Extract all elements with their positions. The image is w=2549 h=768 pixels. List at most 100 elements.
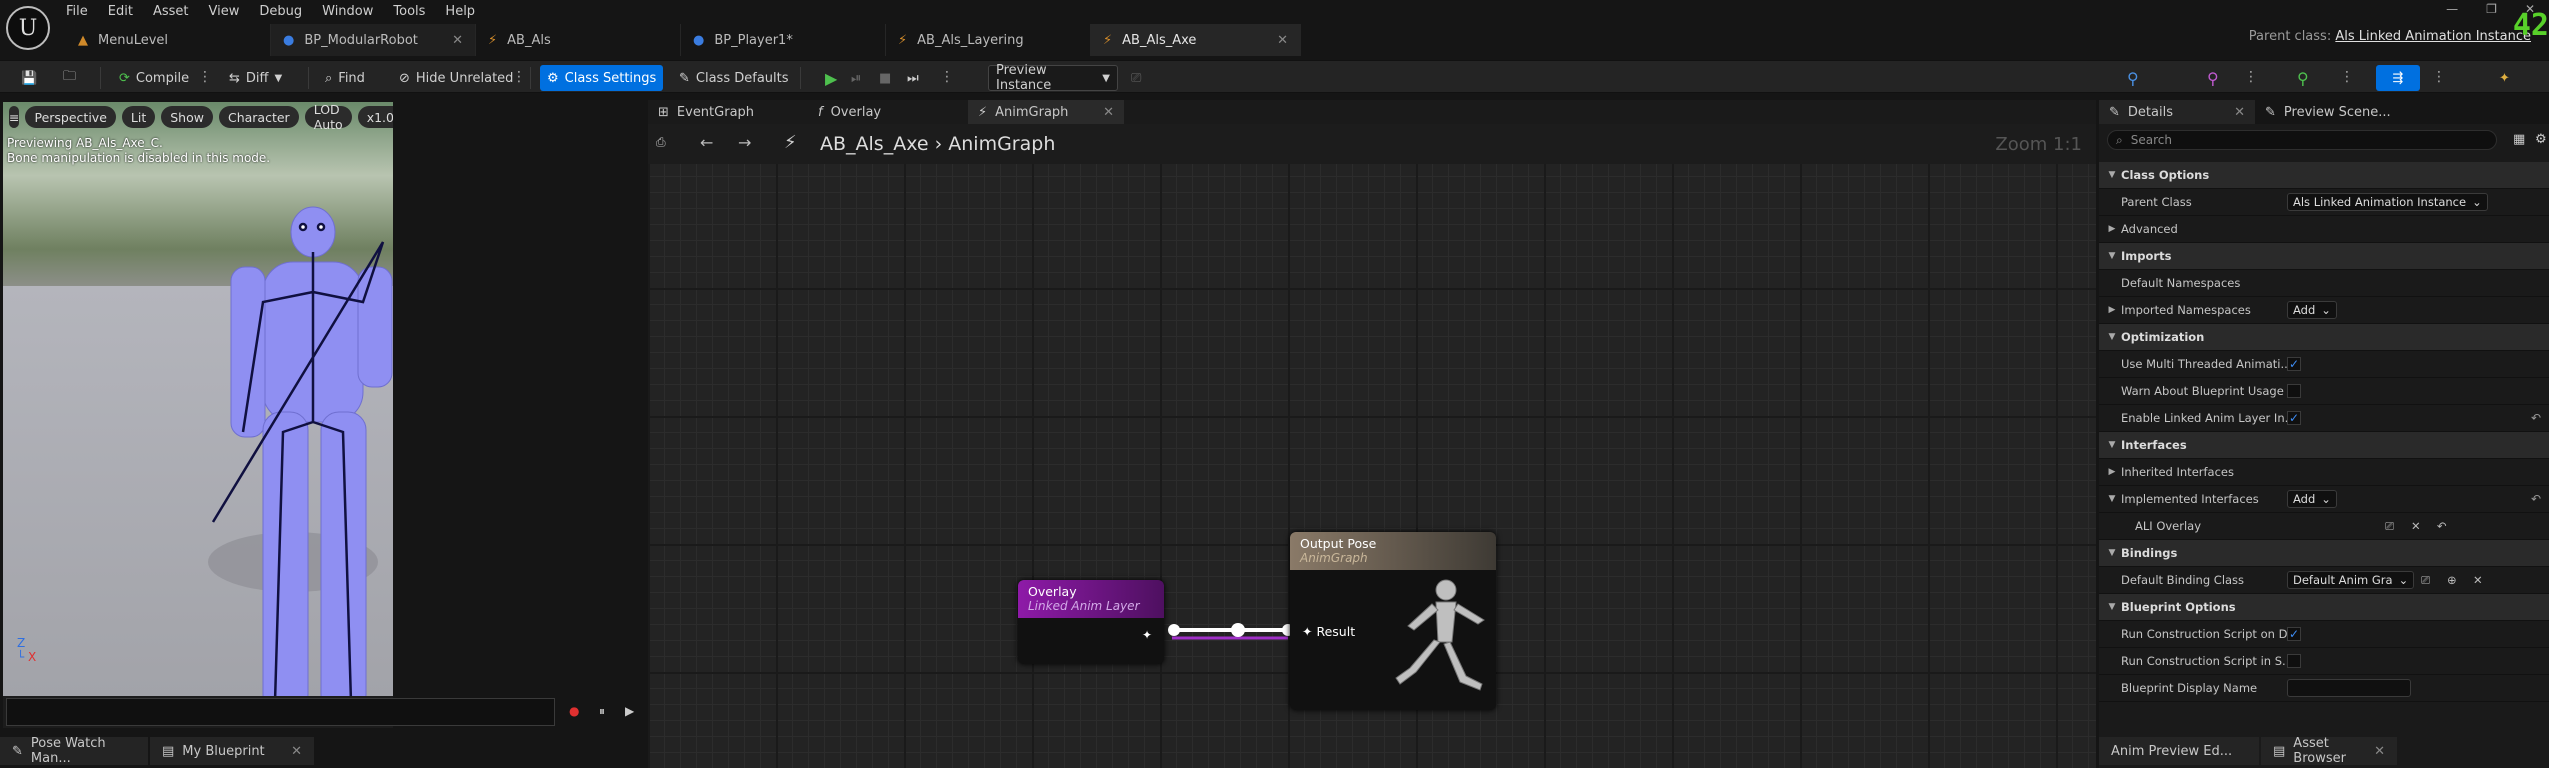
viewport-menu-icon[interactable]: ≡ [9,106,20,128]
reset-to-default-icon[interactable]: ↶ [2531,411,2541,425]
chevron-right-icon[interactable]: ▶ [2105,224,2119,234]
menu-file[interactable]: File [66,4,88,19]
close-icon[interactable]: ✕ [2234,105,2245,120]
tab-preview-scene[interactable]: ✎ Preview Scene... [2255,100,2401,124]
pause-icon[interactable]: ⏸ [599,704,605,719]
details-property-row[interactable]: Default Binding Class⇐⎚⊕✕Default Anim Gr… [2099,567,2549,594]
doc-tab-ab-als[interactable]: ⚡ AB_Als [476,24,681,56]
doc-tab-menulevel[interactable]: ▲ MenuLevel [66,24,271,56]
details-property-row[interactable]: Run Construction Script in S... [2099,648,2549,675]
table-view-icon[interactable]: ▦ [2513,132,2525,147]
property-dropdown[interactable]: Default Anim Gra ⌄ [2287,571,2415,589]
result-pin[interactable]: ✦ Result [1302,624,1355,639]
doc-tab-ab-als-axe[interactable]: ⚡ AB_Als_Axe ✕ [1091,24,1301,56]
maximize-icon[interactable]: ❐ [2486,2,2497,16]
menu-help[interactable]: Help [445,4,475,19]
browse-icon[interactable]: ⎚ [2421,573,2430,588]
find-button[interactable]: ⌕ Find [318,65,372,91]
more-options-icon[interactable]: ⋮ [512,69,526,85]
skeleton-mode-icon[interactable]: ⚲ [2120,65,2146,91]
unreal-logo-icon[interactable]: U [6,6,50,50]
details-property-row[interactable]: Enable Linked Anim Layer In... ✓ ↶ [2099,405,2549,432]
output-pose-node[interactable]: Output Pose AnimGraph ✦ Result [1290,532,1496,710]
details-category[interactable]: ▼ Class Options [2099,162,2549,189]
preview-viewport[interactable]: ≡ Perspective Lit Show Character LOD Aut… [3,102,393,696]
mode-options-icon[interactable]: ⋮ [2340,69,2354,85]
perspective-button[interactable]: Perspective [25,106,116,128]
details-search-input[interactable]: ⌕ Search [2107,130,2497,150]
timeline-scrubber[interactable] [6,698,555,726]
details-property-row[interactable]: Blueprint Display Name [2099,675,2549,702]
details-property-row[interactable]: ▶ Inherited Interfaces [2099,459,2549,486]
debug-icon[interactable]: ⏭ [900,65,926,91]
debug-filter-icon[interactable]: ⎚ [1124,65,1148,91]
playback-speed-button[interactable]: x1.0 [357,106,393,128]
details-property-row[interactable]: Use Multi Threaded Animati... ✓ [2099,351,2549,378]
compile-button[interactable]: ⟳ Compile [112,65,196,91]
details-property-row[interactable]: ▶ Imported Namespaces Add ⌄ [2099,297,2549,324]
menu-window[interactable]: Window [322,4,373,19]
details-property-row[interactable]: Default Namespaces [2099,270,2549,297]
chevron-down-icon[interactable]: ▼ [2105,548,2119,558]
reset-to-default-icon[interactable]: ↶ [2531,492,2541,506]
menu-asset[interactable]: Asset [153,4,189,19]
details-property-row[interactable]: Parent Class Als Linked Animation Instanc… [2099,189,2549,216]
close-icon[interactable]: ✕ [291,744,302,759]
gear-icon[interactable]: ⚙ [2535,132,2547,147]
lit-button[interactable]: Lit [121,106,156,128]
show-button[interactable]: Show [161,106,213,128]
chevron-down-icon[interactable]: ▼ [2105,440,2119,450]
details-property-row[interactable]: Warn About Blueprint Usage [2099,378,2549,405]
diff-button[interactable]: ⇆ Diff ▼ [222,65,289,91]
chevron-right-icon[interactable]: ▶ [2105,467,2119,477]
animation-mode-icon[interactable]: ⚲ [2290,65,2316,91]
tab-my-blueprint[interactable]: ▤ My Blueprint ✕ [150,737,314,765]
character-button[interactable]: Character [218,106,299,128]
chevron-down-icon[interactable]: ▼ [2105,602,2119,612]
text-field[interactable] [2287,679,2411,697]
details-property-row[interactable]: ▼ Implemented Interfaces Add ⌄ ↶ [2099,486,2549,513]
checkbox[interactable]: ✓ [2287,357,2301,371]
checkbox[interactable]: ✓ [2287,411,2301,425]
browse-icon[interactable]: 🗀 [56,65,83,91]
menu-tools[interactable]: Tools [393,4,425,19]
minimize-icon[interactable]: — [2446,2,2458,16]
checkbox[interactable] [2287,384,2301,398]
details-category[interactable]: ▼ Interfaces [2099,432,2549,459]
tab-animgraph[interactable]: ⚡ AnimGraph ✕ [968,100,1124,124]
tab-details[interactable]: ✎ Details ✕ [2099,100,2255,124]
details-category[interactable]: ▼ Imports [2099,243,2549,270]
clear-icon[interactable]: ✕ [2411,519,2421,533]
tab-eventgraph[interactable]: ⊞ EventGraph [648,100,808,124]
menu-edit[interactable]: Edit [108,4,133,19]
details-category[interactable]: ▼ Bindings [2099,540,2549,567]
close-icon[interactable]: ✕ [1103,105,1114,120]
doc-tab-bp-modularrobot[interactable]: ● BP_ModularRobot ✕ [271,24,476,56]
details-property-row[interactable]: Run Construction Script on D... ✓ [2099,621,2549,648]
menu-debug[interactable]: Debug [259,4,302,19]
compile-options-icon[interactable]: ⋮ [198,69,212,85]
chevron-down-icon[interactable]: ▼ [2105,170,2119,180]
property-dropdown[interactable]: Add ⌄ [2287,301,2337,319]
close-icon[interactable]: ✕ [1259,33,1288,48]
graph-canvas[interactable]: Overlay Linked Anim Layer ✦ Output Pose … [648,164,2096,768]
step-icon[interactable]: ⏯ [844,65,868,91]
save-icon[interactable]: 💾 [14,65,44,91]
bookmark-icon[interactable]: ⎙ [656,135,666,150]
browse-icon[interactable]: ⎚ [2385,519,2394,534]
details-category[interactable]: ▼ Optimization [2099,324,2549,351]
mode-options-icon[interactable]: ⋮ [2244,69,2258,85]
chevron-right-icon[interactable]: ▶ [2105,305,2119,315]
clear-icon[interactable]: ✕ [2473,573,2483,587]
close-icon[interactable]: ✕ [434,33,463,48]
overlay-node[interactable]: Overlay Linked Anim Layer ✦ [1018,580,1164,664]
pose-pin-icon[interactable]: ✦ [1142,628,1152,642]
play-options-icon[interactable]: ⋮ [940,69,954,85]
back-icon[interactable]: ← [700,133,713,152]
tab-overlay[interactable]: f Overlay [808,100,968,124]
details-category[interactable]: ▼ Blueprint Options [2099,594,2549,621]
class-defaults-button[interactable]: ✎ Class Defaults [672,65,796,91]
menu-view[interactable]: View [209,4,240,19]
play-forward-icon[interactable]: ▶ [625,704,634,718]
blueprint-mode-icon[interactable]: ⇶ [2376,65,2420,91]
